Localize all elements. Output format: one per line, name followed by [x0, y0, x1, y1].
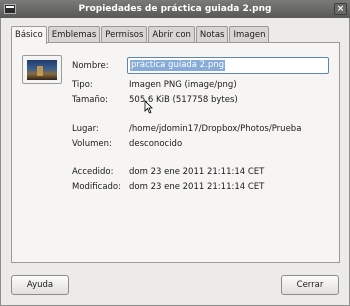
window-icon	[4, 4, 16, 14]
name-label: Nombre:	[72, 61, 109, 71]
close-button[interactable]: Cerrar	[281, 275, 339, 295]
thumbnail-image	[27, 60, 57, 80]
size-label: Tamaño:	[72, 95, 108, 105]
volume-label: Volumen:	[72, 139, 112, 149]
title-bar: Propiedades de práctica guiada 2.png ×	[0, 0, 350, 18]
accessed-value: dom 23 ene 2011 21:11:14 CET	[129, 167, 265, 177]
close-icon[interactable]: ×	[334, 3, 347, 15]
modified-value: dom 23 ene 2011 21:11:14 CET	[129, 182, 265, 192]
tab-abrir-con[interactable]: Abrir con	[148, 26, 195, 43]
window-title: Propiedades de práctica guiada 2.png	[78, 4, 272, 14]
tab-permisos[interactable]: Permisos	[101, 26, 148, 43]
type-label: Tipo:	[72, 80, 93, 90]
help-button[interactable]: Ayuda	[11, 275, 69, 295]
name-input[interactable]: práctica guiada 2.png	[127, 57, 329, 74]
location-label: Lugar:	[72, 124, 99, 134]
accessed-label: Accedido:	[72, 167, 114, 177]
tab-notas[interactable]: Notas	[195, 26, 229, 43]
name-input-value: práctica guiada 2.png	[130, 60, 225, 71]
tab-basico[interactable]: Básico	[11, 26, 47, 44]
location-value: /home/jdomin17/Dropbox/Photos/Prueba	[129, 124, 302, 134]
tab-bar: Básico Emblemas Permisos Abrir con Notas…	[11, 26, 270, 44]
mouse-pointer-icon	[144, 100, 153, 114]
tab-emblemas[interactable]: Emblemas	[47, 26, 101, 43]
tab-imagen[interactable]: Imagen	[229, 26, 270, 43]
image-thumbnail	[22, 55, 62, 84]
volume-value: desconocido	[129, 139, 183, 149]
modified-label: Modificado:	[72, 182, 121, 192]
type-value: Imagen PNG (image/png)	[129, 80, 237, 90]
